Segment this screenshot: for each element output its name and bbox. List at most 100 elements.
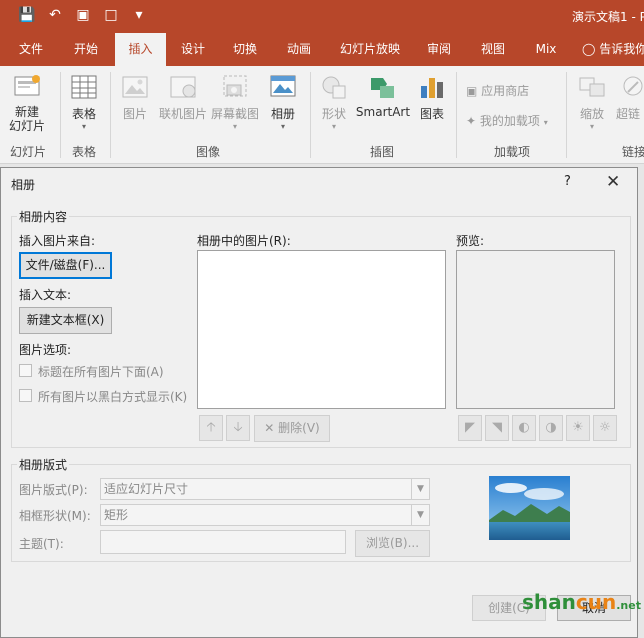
- dropdown-icon: ▾: [331, 122, 336, 131]
- pictures-list[interactable]: [197, 250, 446, 409]
- new-doc-icon[interactable]: □: [102, 7, 120, 23]
- remove-button[interactable]: ✕ 删除(V): [254, 415, 330, 442]
- smartart-button[interactable]: SmartArt: [355, 72, 411, 119]
- chart-icon: [421, 78, 443, 98]
- contrast-up-button[interactable]: ◐: [512, 415, 536, 441]
- new-textbox-button[interactable]: 新建文本框(X): [19, 307, 112, 334]
- undo-icon[interactable]: ↶: [46, 7, 64, 23]
- contrast-up-icon: ◐: [518, 420, 530, 435]
- tab-mix[interactable]: Mix: [530, 33, 562, 66]
- photo-album-button[interactable]: 相册 ▾: [265, 72, 301, 131]
- window-title: 演示文稿1 - P: [572, 10, 644, 24]
- table-button[interactable]: 表格 ▾: [66, 72, 102, 131]
- tab-slideshow[interactable]: 幻灯片放映: [336, 33, 404, 66]
- chart-button[interactable]: 图表: [416, 72, 448, 122]
- rotate-right-icon: ◥: [492, 420, 502, 435]
- chart-label: 图表: [419, 107, 444, 121]
- preview-label: 预览:: [456, 234, 485, 248]
- photo-album-label: 相册: [270, 107, 295, 121]
- online-pictures-label: 联机图片: [158, 107, 207, 121]
- smartart-icon: [371, 78, 394, 98]
- ribbon: 新建 幻灯片 表格 ▾ 图片 联机图片 屏幕截图 ▾ 相册 ▾ 形状 ▾ Sma…: [0, 66, 644, 164]
- theme-input[interactable]: [100, 530, 346, 554]
- zoom-button[interactable]: 缩放 ▾: [574, 72, 610, 131]
- my-addins-label: 我的加载项: [479, 114, 540, 128]
- customize-icon[interactable]: ▾: [130, 7, 148, 23]
- hyperlink-label: 超链: [616, 107, 641, 121]
- album-content-legend: 相册内容: [17, 208, 70, 225]
- watermark-logo: shancun.net: [522, 590, 641, 614]
- zoom-icon: [579, 77, 605, 97]
- move-down-button[interactable]: 🡣: [226, 415, 250, 441]
- tab-design[interactable]: 设计: [174, 33, 212, 66]
- powerpoint-window: 💾 ↶ ▣ □ ▾ 演示文稿1 - P 文件 开始 插入 设计 切换 动画 幻灯…: [0, 0, 644, 638]
- dropdown-icon: ▾: [589, 122, 594, 131]
- help-icon[interactable]: ?: [564, 174, 571, 189]
- close-icon[interactable]: ✕: [606, 172, 620, 192]
- insert-from-label: 插入图片来自:: [19, 234, 96, 248]
- online-picture-icon: [170, 76, 196, 98]
- pictures-in-album-label: 相册中的图片(R):: [197, 234, 291, 248]
- remove-label: 删除(V): [278, 421, 320, 435]
- arrow-down-icon: 🡣: [233, 420, 243, 435]
- group-label-tables: 表格: [72, 145, 97, 159]
- tab-insert[interactable]: 插入: [115, 33, 166, 66]
- rotate-left-button[interactable]: ◤: [458, 415, 482, 441]
- tell-me[interactable]: ◯ 告诉我你: [582, 33, 644, 66]
- store-button[interactable]: ▣ 应用商店: [466, 82, 529, 99]
- screenshot-icon: [223, 75, 247, 97]
- zoom-label: 缩放: [579, 107, 604, 121]
- delete-icon: ✕: [264, 421, 275, 435]
- captions-checkbox-label: 标题在所有图片下面(A): [38, 365, 164, 379]
- tab-transitions[interactable]: 切换: [226, 33, 264, 66]
- tab-home[interactable]: 开始: [64, 33, 108, 66]
- preview-pane: [456, 250, 615, 409]
- file-disk-button[interactable]: 文件/磁盘(F)...: [19, 252, 112, 279]
- arrow-up-icon: 🡡: [206, 420, 216, 435]
- tab-view[interactable]: 视图: [474, 33, 512, 66]
- contrast-down-button[interactable]: ◑: [539, 415, 563, 441]
- insert-text-label: 插入文本:: [19, 288, 72, 302]
- hyperlink-button[interactable]: 超链: [616, 72, 644, 122]
- title-bar: 💾 ↶ ▣ □ ▾ 演示文稿1 - P: [0, 0, 644, 33]
- captions-checkbox[interactable]: [19, 364, 32, 377]
- new-slide-label: 新建 幻灯片: [8, 105, 45, 133]
- dropdown-icon: ▾: [81, 122, 86, 131]
- brightness-up-button[interactable]: ☀: [566, 415, 590, 441]
- group-label-images: 图像: [196, 145, 221, 159]
- chevron-down-icon: ▼: [411, 479, 429, 499]
- quick-access-toolbar: 💾 ↶ ▣ □ ▾: [18, 7, 148, 23]
- screenshot-button[interactable]: 屏幕截图 ▾: [210, 72, 260, 131]
- group-label-addins: 加载项: [494, 145, 531, 159]
- frame-shape-value: 矩形: [104, 508, 129, 522]
- table-label: 表格: [71, 107, 96, 121]
- contrast-down-icon: ◑: [545, 420, 557, 435]
- shapes-button[interactable]: 形状 ▾: [316, 72, 352, 131]
- new-slide-icon: [14, 75, 40, 96]
- group-label-links: 链接: [622, 145, 644, 159]
- tab-file[interactable]: 文件: [12, 33, 50, 66]
- new-slide-button[interactable]: 新建 幻灯片: [4, 72, 50, 133]
- frame-shape-label: 相框形状(M):: [19, 509, 91, 523]
- black-white-checkbox[interactable]: [19, 389, 32, 402]
- pictures-label: 图片: [122, 107, 147, 121]
- move-up-button[interactable]: 🡡: [199, 415, 223, 441]
- brightness-down-button[interactable]: ☼: [593, 415, 617, 441]
- tab-review[interactable]: 审阅: [420, 33, 458, 66]
- store-icon: ▣: [466, 84, 478, 98]
- slideshow-icon[interactable]: ▣: [74, 7, 92, 23]
- photo-album-icon: [270, 75, 296, 97]
- rotate-right-button[interactable]: ◥: [485, 415, 509, 441]
- tab-animations[interactable]: 动画: [280, 33, 318, 66]
- picture-layout-select[interactable]: 适应幻灯片尺寸 ▼: [100, 478, 430, 500]
- dropdown-icon: ▾: [280, 122, 285, 131]
- lightbulb-icon: ◯: [582, 42, 596, 56]
- table-icon: [71, 75, 97, 99]
- layout-thumbnail-image: [489, 476, 570, 540]
- frame-shape-select[interactable]: 矩形 ▼: [100, 504, 430, 526]
- my-addins-button[interactable]: ✦ 我的加载项 ▾: [466, 112, 548, 129]
- browse-button[interactable]: 浏览(B)...: [355, 530, 430, 557]
- online-pictures-button[interactable]: 联机图片: [157, 72, 209, 122]
- save-icon[interactable]: 💾: [18, 7, 36, 23]
- pictures-button[interactable]: 图片: [118, 72, 152, 122]
